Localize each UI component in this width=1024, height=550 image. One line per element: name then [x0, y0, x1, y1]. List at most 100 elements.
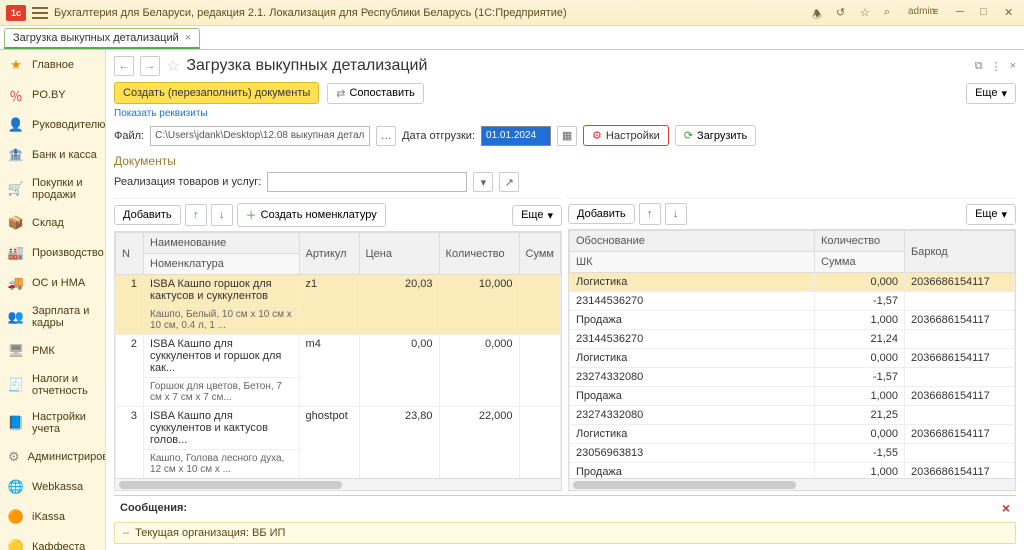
- table-row[interactable]: 2314453627021,24: [570, 330, 1015, 349]
- sidebar-item-5[interactable]: 📦Склад: [0, 208, 105, 238]
- close-window-icon[interactable]: ✕: [1004, 6, 1018, 20]
- tab-active[interactable]: Загрузка выкупных детализаций ×: [4, 28, 200, 49]
- menu-icon[interactable]: [32, 7, 48, 19]
- gear-icon: ⚙: [8, 449, 20, 465]
- compare-button[interactable]: ⇄Сопоставить: [327, 83, 424, 104]
- sidebar-item-6[interactable]: 🏭Производство: [0, 238, 105, 268]
- sidebar-item-9[interactable]: 🖥РМК: [0, 336, 105, 366]
- kebab-icon[interactable]: ⋮: [991, 60, 1002, 73]
- col-barcode[interactable]: Баркод: [905, 231, 1015, 273]
- sidebar-item-15[interactable]: 🟡Каффеста: [0, 532, 105, 550]
- bank-icon: 🏦: [8, 147, 24, 163]
- more-button-top[interactable]: Еще▾: [966, 83, 1016, 104]
- col-art[interactable]: Артикул: [299, 233, 359, 275]
- forward-button[interactable]: →: [140, 56, 160, 76]
- minimize-icon[interactable]: ─: [956, 6, 970, 20]
- table-row[interactable]: Логистика0,0002036686154117: [570, 425, 1015, 444]
- table-row[interactable]: 2327433208021,25: [570, 406, 1015, 425]
- sidebar-item-4[interactable]: 🛒Покупки и продажи: [0, 170, 105, 208]
- tab-close-icon[interactable]: ×: [185, 32, 191, 44]
- table-row[interactable]: 1ISBA Кашпо горшок для кактусов и суккул…: [116, 275, 561, 306]
- sidebar-item-label: Webkassa: [32, 481, 83, 493]
- add-button-right[interactable]: Добавить: [568, 204, 635, 224]
- table-row[interactable]: Продажа1,0002036686154117: [570, 387, 1015, 406]
- sidebar-item-label: Производство: [32, 247, 104, 259]
- table-row[interactable]: Логистика0,0002036686154117: [570, 349, 1015, 368]
- move-down-button-left[interactable]: ↓: [211, 204, 233, 226]
- message-line: – Текущая организация: ВБ ИП: [114, 522, 1016, 544]
- maximize-icon[interactable]: □: [980, 6, 994, 20]
- date-picker-button[interactable]: ▦: [557, 126, 577, 146]
- more-button-right[interactable]: Еще▾: [966, 204, 1016, 225]
- sidebar-item-label: PO.BY: [32, 89, 66, 101]
- show-details-link[interactable]: Показать реквизиты: [106, 108, 1024, 123]
- col-sum2[interactable]: Сумма: [815, 252, 905, 273]
- left-h-scrollbar[interactable]: [114, 479, 562, 491]
- right-h-scrollbar[interactable]: [568, 479, 1016, 491]
- gear-icon: ⚙: [592, 129, 602, 142]
- table-row[interactable]: Продажа1,0002036686154117: [570, 463, 1015, 480]
- settings-button[interactable]: ⚙Настройки: [583, 125, 669, 146]
- table-row[interactable]: 2ISBA Кашпо для суккулентов и горшок для…: [116, 335, 561, 378]
- left-grid[interactable]: N Наименование Артикул Цена Количество С…: [115, 232, 561, 479]
- col-sum[interactable]: Сумм: [519, 233, 560, 275]
- menu-dots-icon[interactable]: ≡: [932, 6, 946, 20]
- realization-input[interactable]: [267, 172, 467, 192]
- cart-icon: 🛒: [8, 181, 24, 197]
- sidebar-item-14[interactable]: 🟠iKassa: [0, 502, 105, 532]
- sidebar-item-0[interactable]: ★Главное: [0, 50, 105, 80]
- col-basis[interactable]: Обоснование: [570, 231, 815, 252]
- back-button[interactable]: ←: [114, 56, 134, 76]
- table-row[interactable]: 23144536270-1,57: [570, 292, 1015, 311]
- sidebar-item-label: ОС и НМА: [32, 277, 85, 289]
- close-page-icon[interactable]: ×: [1010, 60, 1016, 73]
- table-row[interactable]: 3ISBA Кашпо для суккулентов и кактусов г…: [116, 407, 561, 450]
- load-button[interactable]: ⟳Загрузить: [675, 125, 756, 146]
- history-icon[interactable]: ↺: [836, 6, 850, 20]
- sidebar-item-11[interactable]: 📘Настройки учета: [0, 404, 105, 442]
- table-row[interactable]: 23274332080-1,57: [570, 368, 1015, 387]
- col-qty[interactable]: Количество: [439, 233, 519, 275]
- user-label[interactable]: admin: [908, 6, 922, 20]
- sidebar-item-10[interactable]: 🧾Налоги и отчетность: [0, 366, 105, 404]
- move-up-button-left[interactable]: ↑: [185, 204, 207, 226]
- external-link-icon[interactable]: ⧉: [975, 60, 983, 73]
- add-button-left[interactable]: Добавить: [114, 205, 181, 225]
- chevron-down-icon: ▾: [1001, 87, 1007, 100]
- file-browse-button[interactable]: …: [376, 126, 396, 146]
- right-panel: Добавить ↑ ↓ Еще▾ Обоснование Количество: [568, 198, 1016, 491]
- move-up-button-right[interactable]: ↑: [639, 203, 661, 225]
- sidebar-item-label: Склад: [32, 217, 64, 229]
- move-down-button-right[interactable]: ↓: [665, 203, 687, 225]
- sidebar-item-7[interactable]: 🚚ОС и НМА: [0, 268, 105, 298]
- star-icon[interactable]: ☆: [860, 6, 874, 20]
- sidebar-item-8[interactable]: 👥Зарплата и кадры: [0, 298, 105, 336]
- favorite-icon[interactable]: ☆: [166, 56, 180, 76]
- create-nomenclature-button[interactable]: ＋Создать номенклатуру: [237, 203, 386, 227]
- sidebar-item-1[interactable]: ％PO.BY: [0, 80, 105, 110]
- messages-close-icon[interactable]: ×: [1002, 500, 1010, 516]
- create-documents-button[interactable]: Создать (перезаполнить) документы: [114, 82, 319, 104]
- more-button-left[interactable]: Еще▾: [512, 205, 562, 226]
- table-row[interactable]: 23056963813-1,55: [570, 444, 1015, 463]
- col-nom[interactable]: Номенклатура: [144, 254, 300, 275]
- file-input[interactable]: [150, 126, 370, 146]
- sidebar-item-3[interactable]: 🏦Банк и касса: [0, 140, 105, 170]
- right-grid[interactable]: Обоснование Количество Баркод ШК Сумма Л…: [569, 230, 1015, 479]
- sidebar-item-2[interactable]: 👤Руководителю: [0, 110, 105, 140]
- col-shk[interactable]: ШК: [570, 252, 815, 273]
- sidebar-item-13[interactable]: 🌐Webkassa: [0, 472, 105, 502]
- search-icon[interactable]: ⌕: [884, 6, 898, 20]
- col-n[interactable]: N: [116, 233, 144, 275]
- table-row[interactable]: Продажа1,0002036686154117: [570, 311, 1015, 330]
- date-input[interactable]: [481, 126, 551, 146]
- table-row[interactable]: Логистика0,0002036686154117: [570, 273, 1015, 292]
- realization-open-button[interactable]: ↗: [499, 172, 519, 192]
- realization-dropdown-button[interactable]: ▾: [473, 172, 493, 192]
- col-qty2[interactable]: Количество: [815, 231, 905, 252]
- col-price[interactable]: Цена: [359, 233, 439, 275]
- sidebar-item-12[interactable]: ⚙Администрирование: [0, 442, 105, 472]
- col-name[interactable]: Наименование: [144, 233, 300, 254]
- bell-icon[interactable]: 🕭: [812, 6, 826, 20]
- tabs-bar: Загрузка выкупных детализаций ×: [0, 26, 1024, 50]
